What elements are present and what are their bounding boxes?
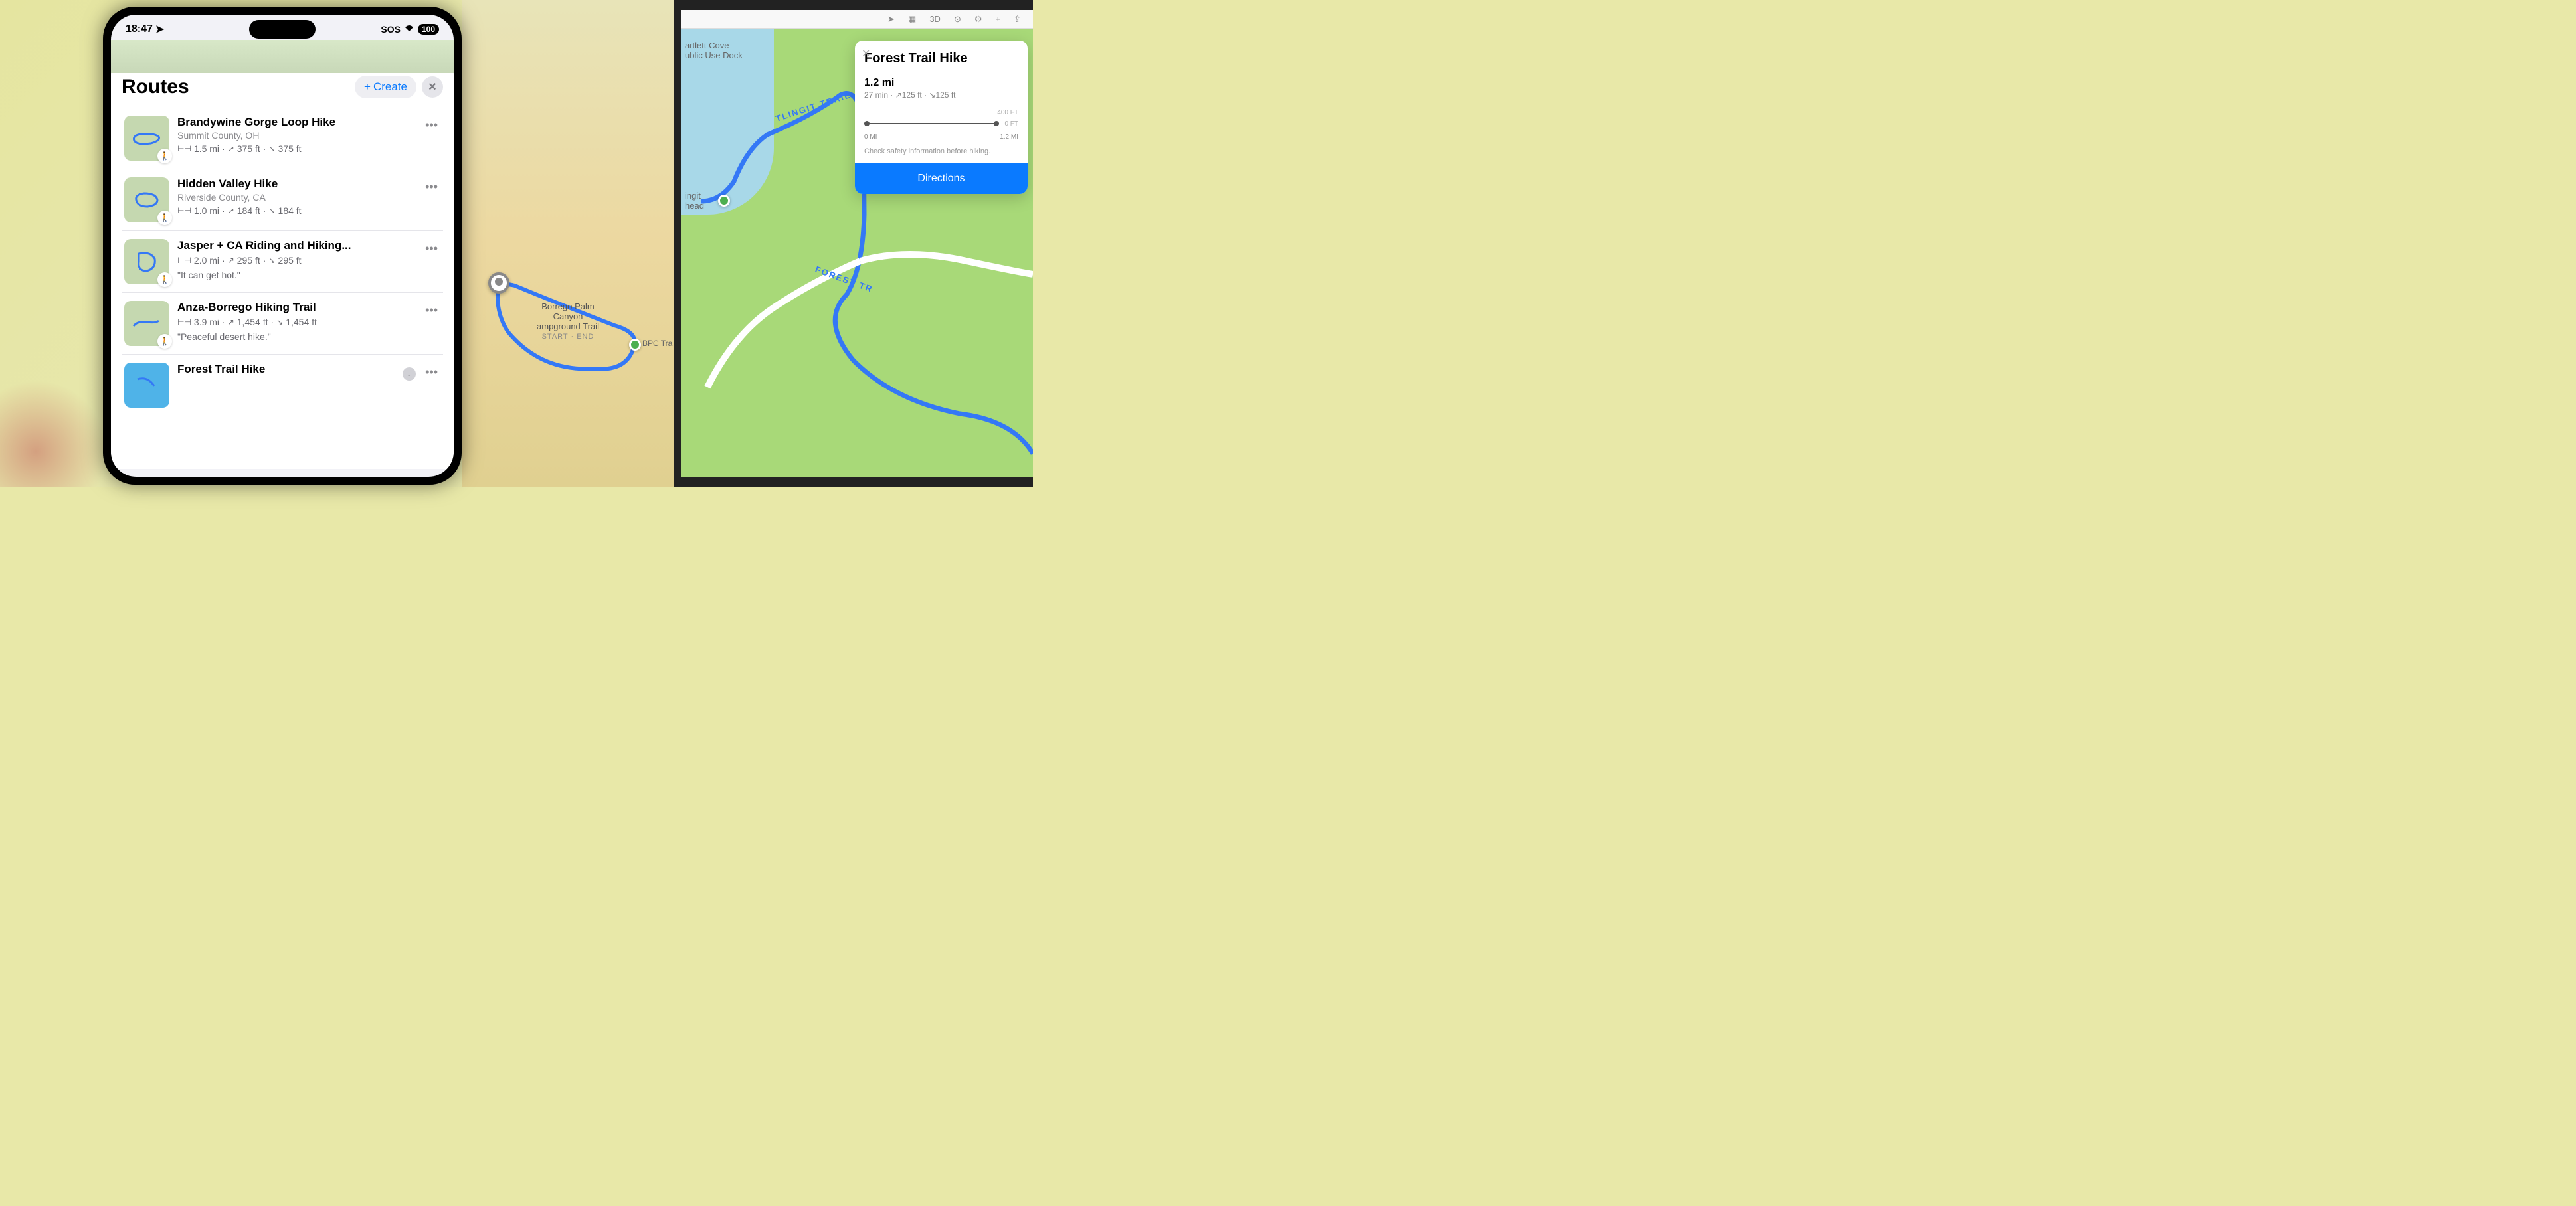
detail-distance: 1.2 mi (864, 77, 1018, 89)
map-label-trailhead: ingit head (685, 191, 704, 211)
elevation-chart: 400 FT 0 FT 0 MI 1.2 MI (864, 109, 1018, 141)
route-thumbnail: 🚶 (124, 301, 169, 346)
detail-title: Forest Trail Hike (864, 51, 1018, 66)
distance-icon: ⊢⊣ (177, 317, 191, 327)
route-polyline (462, 0, 674, 487)
close-icon: ✕ (862, 48, 870, 60)
directions-button[interactable]: Directions (855, 163, 1028, 194)
route-thumbnail: 🚶 (124, 177, 169, 222)
route-thumbnail: 🚶 (124, 116, 169, 161)
route-item-anza-borrego[interactable]: 🚶 Anza-Borrego Hiking Trail ⊢⊣ 3.9 mi · … (122, 293, 443, 355)
route-title: Jasper + CA Riding and Hiking... (177, 239, 414, 252)
route-thumbnail: 🚶 (124, 239, 169, 284)
elev-label-zero: 0 FT (1004, 120, 1018, 128)
descent-icon: ↘ (268, 144, 275, 153)
download-icon: ↓ (407, 370, 411, 378)
safety-note: Check safety information before hiking. (864, 147, 1018, 155)
route-detail-card: ✕ Forest Trail Hike 1.2 mi 27 min · ↗125… (855, 41, 1028, 194)
route-list: 🚶 Brandywine Gorge Loop Hike Summit Coun… (122, 108, 443, 416)
route-thumbnail (124, 363, 169, 408)
map-layers-icon[interactable]: ▦ (908, 14, 916, 25)
route-title: Brandywine Gorge Loop Hike (177, 116, 414, 129)
distance-icon: ⊢⊣ (177, 256, 191, 265)
route-item-forest-trail[interactable]: Forest Trail Hike ↓ ••• (122, 355, 443, 416)
create-button[interactable]: + Create (355, 76, 416, 98)
add-icon[interactable]: + (996, 14, 1001, 24)
ipad-map-view[interactable]: artlett Cove ublic Use Dock ingit head T… (681, 29, 1033, 477)
close-button[interactable]: ✕ (422, 76, 443, 98)
status-time: 18:47 (126, 23, 153, 35)
descent-icon: ↘ (276, 317, 283, 327)
plus-icon: + (364, 80, 371, 94)
ipad-toolbar: ➤ ▦ 3D ⊙ ⚙ + ⇪ (681, 10, 1033, 29)
distance-icon: ⊢⊣ (177, 206, 191, 215)
routes-sheet: Routes + Create ✕ 🚶 (111, 66, 454, 469)
hiker-icon: 🚶 (157, 211, 172, 225)
route-stats: ⊢⊣ 1.5 mi · ↗ 375 ft · ↘ 375 ft (177, 143, 414, 154)
ascent-icon: ↗ (228, 256, 234, 265)
close-card-button[interactable]: ✕ (862, 47, 870, 60)
route-stats: ⊢⊣ 1.0 mi · ↗ 184 ft · ↘ 184 ft (177, 205, 414, 216)
route-item-hidden-valley[interactable]: 🚶 Hidden Valley Hike Riverside County, C… (122, 169, 443, 231)
location-arrow-icon: ➤ (155, 23, 164, 36)
map-label-dock: artlett Cove ublic Use Dock (685, 41, 743, 60)
hiker-icon: 🚶 (157, 272, 172, 287)
battery-indicator: 100 (418, 24, 439, 35)
descent-icon: ↘ (268, 256, 275, 265)
route-title: Anza-Borrego Hiking Trail (177, 301, 414, 314)
wifi-icon (404, 24, 414, 35)
elev-label-top: 400 FT (864, 109, 1018, 116)
map-background-peek[interactable] (111, 40, 454, 73)
route-item-jasper[interactable]: 🚶 Jasper + CA Riding and Hiking... ⊢⊣ 2.… (122, 231, 443, 293)
route-title: Hidden Valley Hike (177, 177, 414, 191)
hand-holding-phone (0, 368, 120, 487)
more-button[interactable]: ••• (422, 301, 440, 320)
settings-icon[interactable]: ⚙ (974, 14, 982, 25)
poi-label: BPC Tra (642, 339, 672, 348)
ascent-icon: ↗ (228, 144, 234, 153)
axis-end: 1.2 MI (1000, 133, 1018, 141)
ascent-icon: ↗ (228, 317, 234, 327)
ipad-device: ➤ ▦ 3D ⊙ ⚙ + ⇪ artlett Cove ublic Use Do… (674, 0, 1033, 487)
hiker-icon: 🚶 (157, 149, 172, 163)
share-icon[interactable]: ⇪ (1014, 14, 1021, 25)
create-label: Create (373, 80, 407, 94)
place-label: Borrego Palm Canyon ampground Trail STAR… (462, 302, 674, 341)
dynamic-island (249, 20, 316, 39)
start-pin-icon (488, 272, 509, 294)
more-button[interactable]: ••• (422, 116, 440, 135)
route-stats: ⊢⊣ 3.9 mi · ↗ 1,454 ft · ↘ 1,454 ft (177, 317, 414, 327)
hiker-icon: 🚶 (157, 334, 172, 349)
sos-indicator: SOS (381, 24, 401, 35)
mode-3d-button[interactable]: 3D (929, 14, 941, 24)
distance-icon: ⊢⊣ (177, 144, 191, 153)
iphone-screen: 18:47 ➤ SOS 100 Routes + Create (111, 15, 454, 477)
look-around-icon[interactable]: ⊙ (954, 14, 961, 25)
location-icon[interactable]: ➤ (887, 14, 895, 25)
iphone-device: 18:47 ➤ SOS 100 Routes + Create (103, 7, 462, 485)
route-note: "Peaceful desert hike." (177, 331, 414, 342)
descent-icon: ↘ (268, 206, 275, 215)
route-title: Forest Trail Hike (177, 363, 395, 376)
more-button[interactable]: ••• (422, 363, 440, 382)
route-note: "It can get hot." (177, 270, 414, 280)
route-stats: ⊢⊣ 2.0 mi · ↗ 295 ft · ↘ 295 ft (177, 255, 414, 266)
close-icon: ✕ (428, 80, 436, 94)
route-subtitle: Summit County, OH (177, 130, 414, 141)
elevation-line (864, 123, 999, 124)
route-item-brandywine[interactable]: 🚶 Brandywine Gorge Loop Hike Summit Coun… (122, 108, 443, 169)
more-button[interactable]: ••• (422, 177, 440, 197)
page-title: Routes (122, 76, 189, 98)
download-button[interactable]: ↓ (403, 367, 416, 381)
detail-stats: 27 min · ↗125 ft · ↘125 ft (864, 90, 1018, 100)
middle-map-view[interactable]: Borrego Palm Canyon ampground Trail STAR… (462, 0, 674, 487)
ascent-icon: ↗ (228, 206, 234, 215)
more-button[interactable]: ••• (422, 239, 440, 258)
axis-start: 0 MI (864, 133, 877, 141)
trailhead-dot-icon (718, 195, 730, 207)
route-subtitle: Riverside County, CA (177, 192, 414, 203)
